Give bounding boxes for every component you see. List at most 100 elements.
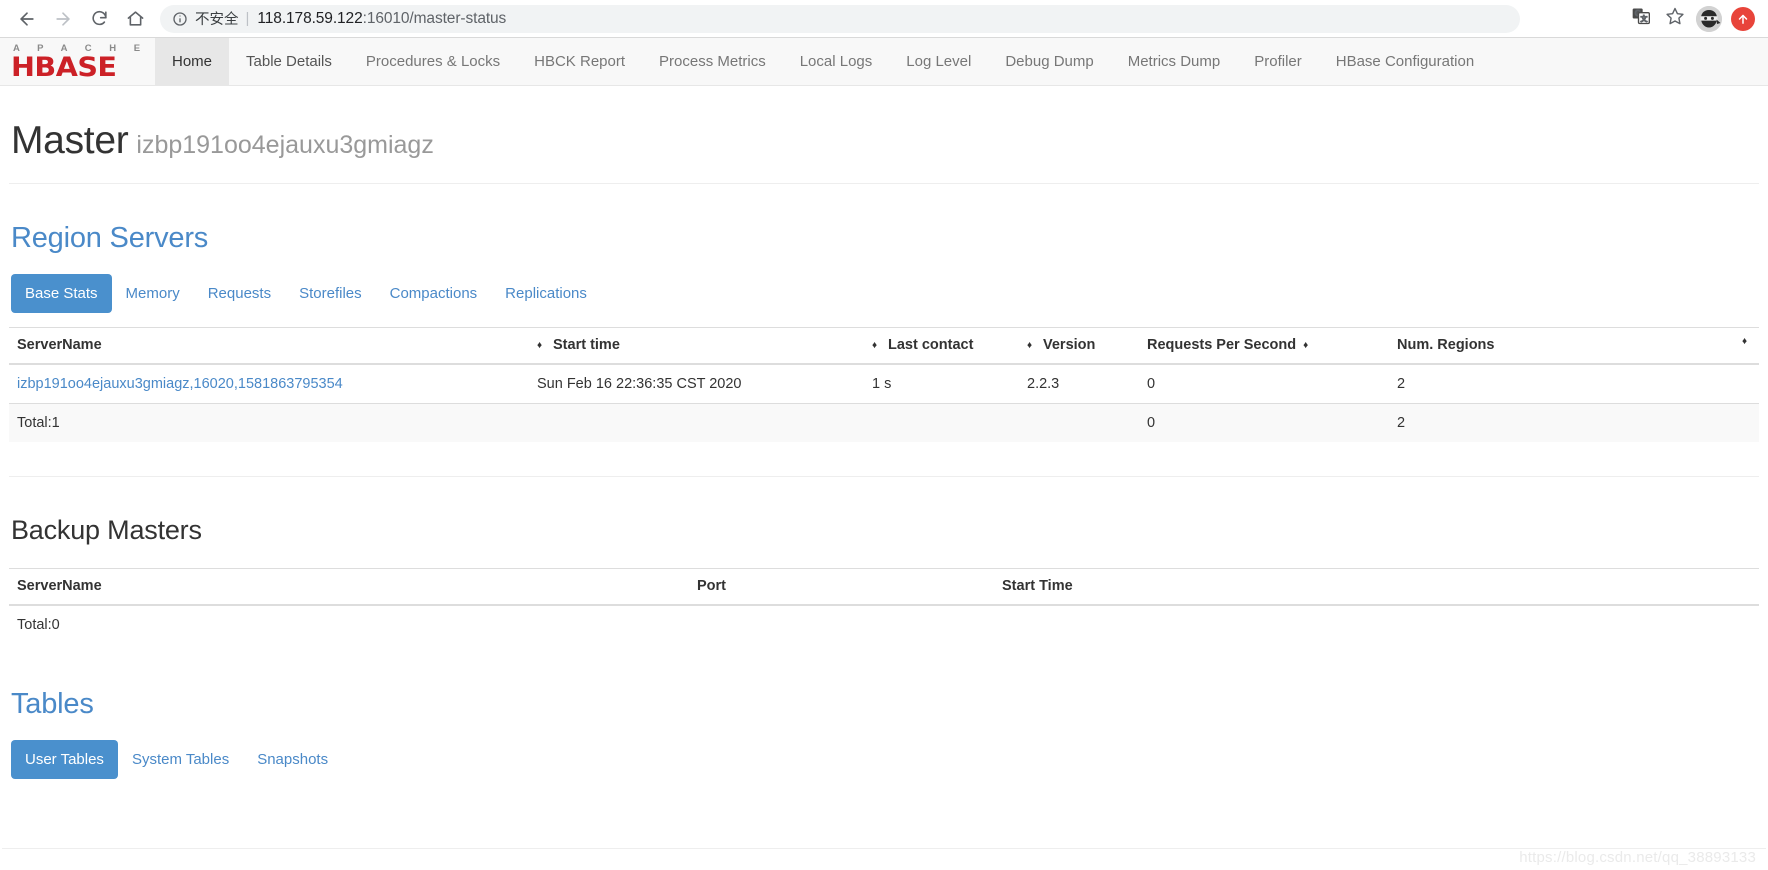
url-host-text: 118.178.59.122 bbox=[257, 9, 363, 27]
back-button[interactable] bbox=[10, 2, 44, 36]
col-label-requests-per-second: Requests Per Second bbox=[1147, 337, 1297, 353]
backup-masters-table: ServerName Port Start Time Total:0 bbox=[9, 568, 1759, 644]
page-content: Master izbp191oo4ejauxu3gmiagz Region Ser… bbox=[0, 86, 1768, 870]
home-button[interactable] bbox=[118, 2, 152, 36]
col-header-servername[interactable]: ServerName bbox=[9, 327, 529, 365]
tab-system-tables[interactable]: System Tables bbox=[118, 740, 243, 779]
forward-button[interactable] bbox=[46, 2, 80, 36]
profile-button[interactable] bbox=[1694, 4, 1724, 34]
col-header-backup-port[interactable]: Port bbox=[689, 568, 994, 606]
region-servers-table-body: izbp191oo4ejauxu3gmiagz,16020,1581863795… bbox=[9, 363, 1759, 442]
tab-compactions[interactable]: Compactions bbox=[376, 274, 492, 313]
tables-tabs: User Tables System Tables Snapshots bbox=[11, 740, 1759, 779]
tab-requests[interactable]: Requests bbox=[194, 274, 285, 313]
nav-item-table-details[interactable]: Table Details bbox=[229, 38, 349, 85]
forward-arrow-icon bbox=[53, 9, 73, 29]
translate-button[interactable]: G 文 bbox=[1626, 4, 1656, 34]
col-header-backup-start-time[interactable]: Start Time bbox=[994, 568, 1759, 606]
nav-item-debug-dump[interactable]: Debug Dump bbox=[988, 38, 1110, 85]
back-arrow-icon bbox=[17, 9, 37, 29]
col-header-last-contact[interactable]: ♦ Last contact bbox=[864, 327, 1019, 365]
cell-backup-total-port bbox=[689, 604, 994, 644]
cell-start-time: Sun Feb 16 22:36:35 CST 2020 bbox=[529, 363, 864, 404]
backup-masters-table-head: ServerName Port Start Time bbox=[9, 568, 1759, 606]
region-servers-heading: Region Servers bbox=[11, 222, 209, 254]
sort-arrows-icon: ♦ bbox=[1303, 340, 1309, 351]
reload-icon bbox=[90, 9, 109, 28]
nav-item-profiler[interactable]: Profiler bbox=[1237, 38, 1319, 85]
page-title: Master bbox=[11, 119, 129, 162]
watermark-text: https://blog.csdn.net/qq_38893133 bbox=[1519, 849, 1756, 866]
site-info-icon[interactable] bbox=[172, 11, 188, 27]
tab-replications[interactable]: Replications bbox=[491, 274, 601, 313]
cell-backup-total-label: Total:0 bbox=[9, 604, 689, 644]
table-total-row: Total:1 0 2 bbox=[9, 403, 1759, 442]
navbar-menu: Home Table Details Procedures & Locks HB… bbox=[155, 38, 1491, 85]
browser-nav-buttons bbox=[10, 2, 152, 36]
nav-item-process-metrics[interactable]: Process Metrics bbox=[642, 38, 783, 85]
col-header-num-regions[interactable]: Num. Regions ♦ bbox=[1389, 327, 1759, 365]
address-bar[interactable]: 不安全 | 118.178.59.122:16010/master-status bbox=[160, 4, 1520, 33]
hbase-logo[interactable]: A P A C H E HBASE bbox=[0, 38, 155, 85]
table-header-row: ServerName Port Start Time bbox=[9, 568, 1759, 606]
hbase-navbar: A P A C H E HBASE Home Table Details Pro… bbox=[0, 38, 1768, 86]
cell-version: 2.2.3 bbox=[1019, 363, 1139, 404]
nav-item-procedures-locks[interactable]: Procedures & Locks bbox=[349, 38, 517, 85]
tab-memory[interactable]: Memory bbox=[112, 274, 194, 313]
nav-item-home[interactable]: Home bbox=[155, 38, 230, 85]
translate-icon: G 文 bbox=[1631, 6, 1651, 31]
sort-arrows-icon: ♦ bbox=[872, 340, 878, 351]
bookmark-button[interactable] bbox=[1660, 4, 1690, 34]
region-servers-table: ServerName ♦ Start time ♦ Last contact ♦ Ve… bbox=[9, 327, 1759, 442]
cell-requests-per-second: 0 bbox=[1139, 363, 1389, 404]
table-row: izbp191oo4ejauxu3gmiagz,16020,1581863795… bbox=[9, 363, 1759, 404]
col-header-requests-per-second[interactable]: Requests Per Second ♦ bbox=[1139, 327, 1389, 365]
tab-snapshots[interactable]: Snapshots bbox=[243, 740, 342, 779]
tab-base-stats[interactable]: Base Stats bbox=[11, 274, 112, 313]
update-button[interactable] bbox=[1728, 4, 1758, 34]
home-icon bbox=[126, 9, 145, 28]
cell-total-last-contact bbox=[864, 403, 1019, 442]
backup-masters-heading: Backup Masters bbox=[11, 515, 202, 545]
sort-arrows-icon: ♦ bbox=[537, 340, 543, 351]
col-header-version[interactable]: ♦ Version bbox=[1019, 327, 1139, 365]
update-arrow-icon bbox=[1731, 6, 1755, 31]
page-header: Master izbp191oo4ejauxu3gmiagz bbox=[9, 86, 1759, 184]
cell-total-num-regions: 2 bbox=[1389, 403, 1759, 442]
security-status-label: 不安全 bbox=[195, 12, 239, 28]
nav-item-hbck-report[interactable]: HBCK Report bbox=[517, 38, 642, 85]
tab-storefiles[interactable]: Storefiles bbox=[285, 274, 376, 313]
nav-item-hbase-configuration[interactable]: HBase Configuration bbox=[1319, 38, 1491, 85]
server-link[interactable]: izbp191oo4ejauxu3gmiagz,16020,1581863795… bbox=[17, 376, 343, 392]
section-divider bbox=[9, 476, 1759, 477]
col-label-last-contact: Last contact bbox=[888, 337, 974, 353]
browser-toolbar: 不安全 | 118.178.59.122:16010/master-status… bbox=[0, 0, 1768, 38]
reload-button[interactable] bbox=[82, 2, 116, 36]
page-subtitle-hostname: izbp191oo4ejauxu3gmiagz bbox=[136, 131, 434, 159]
logo-hbase-text: HBASE bbox=[11, 52, 117, 84]
cell-num-regions: 2 bbox=[1389, 363, 1759, 404]
table-total-row: Total:0 bbox=[9, 604, 1759, 644]
profile-avatar-icon bbox=[1696, 5, 1722, 32]
tab-user-tables[interactable]: User Tables bbox=[11, 740, 118, 779]
star-icon bbox=[1665, 6, 1685, 31]
col-label-start-time: Start time bbox=[553, 337, 620, 353]
nav-item-metrics-dump[interactable]: Metrics Dump bbox=[1111, 38, 1238, 85]
browser-toolbar-right: G 文 bbox=[1626, 4, 1758, 34]
table-header-row: ServerName ♦ Start time ♦ Last contact ♦ Ve… bbox=[9, 327, 1759, 365]
tables-heading: Tables bbox=[11, 688, 94, 720]
col-header-start-time[interactable]: ♦ Start time bbox=[529, 327, 864, 365]
sort-arrows-icon: ♦ bbox=[1742, 336, 1748, 347]
nav-item-log-level[interactable]: Log Level bbox=[889, 38, 988, 85]
cell-last-contact: 1 s bbox=[864, 363, 1019, 404]
cell-total-requests-per-second: 0 bbox=[1139, 403, 1389, 442]
nav-item-local-logs[interactable]: Local Logs bbox=[783, 38, 890, 85]
cell-total-start-time bbox=[529, 403, 864, 442]
region-servers-tabs: Base Stats Memory Requests Storefiles Co… bbox=[11, 274, 1759, 313]
col-label-version: Version bbox=[1043, 337, 1096, 353]
cell-total-label: Total:1 bbox=[9, 403, 529, 442]
url-separator: | bbox=[245, 10, 250, 27]
col-header-backup-servername[interactable]: ServerName bbox=[9, 568, 689, 606]
cell-servername: izbp191oo4ejauxu3gmiagz,16020,1581863795… bbox=[9, 363, 529, 404]
region-servers-table-head: ServerName ♦ Start time ♦ Last contact ♦ Ve… bbox=[9, 327, 1759, 365]
